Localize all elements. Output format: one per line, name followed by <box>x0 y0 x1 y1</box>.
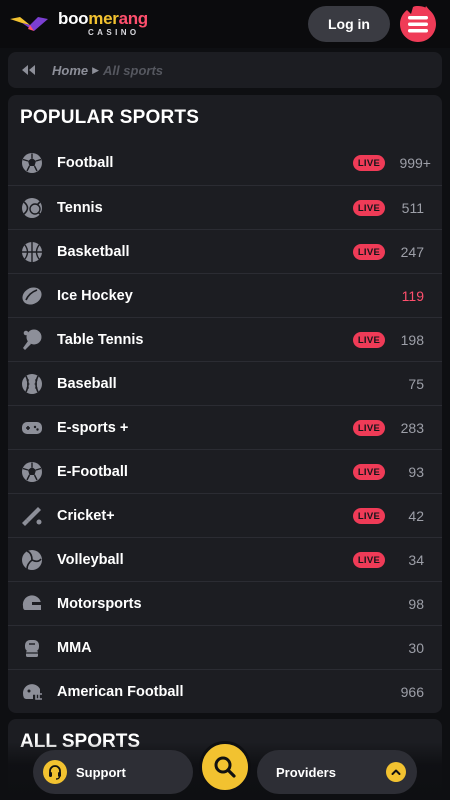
sport-name: American Football <box>57 683 184 700</box>
event-count: 198 <box>400 331 424 348</box>
table-tennis-icon <box>23 329 42 350</box>
hamburger-menu-icon[interactable] <box>398 4 438 44</box>
event-count: 34 <box>408 551 424 568</box>
volleyball-icon <box>22 550 42 570</box>
sport-row[interactable]: Cricket+ LIVE 42 <box>8 493 442 537</box>
boomerang-logo-icon <box>10 16 48 31</box>
live-badge: LIVE <box>353 200 385 216</box>
breadcrumb: Home ▶ All sports <box>8 52 442 88</box>
basketball-icon <box>22 242 42 262</box>
logo-subtitle: CASINO <box>88 28 140 37</box>
soccer-ball-icon <box>22 462 42 482</box>
sport-row[interactable]: Table Tennis LIVE 198 <box>8 317 442 361</box>
sport-name: Motorsports <box>57 595 142 612</box>
cricket-bat-icon <box>22 507 42 526</box>
sport-row[interactable]: American Football 966 <box>8 669 442 713</box>
sport-name: E-sports + <box>57 419 129 436</box>
sport-row[interactable]: E-Football LIVE 93 <box>8 449 442 493</box>
sport-name: Tennis <box>57 199 103 216</box>
sport-name: Cricket+ <box>57 507 115 524</box>
event-count: 511 <box>401 199 424 216</box>
sport-row[interactable]: Football LIVE 999+ <box>8 141 442 185</box>
live-badge: LIVE <box>353 244 385 260</box>
sport-row[interactable]: Basketball LIVE 247 <box>8 229 442 273</box>
event-count: 119 <box>401 287 424 304</box>
sport-row[interactable]: MMA 30 <box>8 625 442 669</box>
providers-button[interactable]: Providers <box>257 750 417 794</box>
helmet-icon <box>22 595 41 610</box>
sport-name: MMA <box>57 639 92 656</box>
mma-glove-icon <box>25 640 39 657</box>
breadcrumb-home-link[interactable]: Home <box>52 63 88 78</box>
sport-row[interactable]: Tennis LIVE 511 <box>8 185 442 229</box>
headset-icon <box>43 760 67 784</box>
popular-sports-card: POPULAR SPORTS Football LIVE 999+ Tennis LIV… <box>8 95 442 713</box>
gamepad-icon <box>22 422 42 434</box>
live-badge: LIVE <box>353 420 385 436</box>
providers-label: Providers <box>276 764 336 780</box>
search-icon <box>214 756 236 778</box>
sport-name: Football <box>57 155 114 171</box>
login-button[interactable]: Log in <box>308 6 390 42</box>
sport-name: Volleyball <box>57 551 124 568</box>
football-helmet-icon <box>23 684 42 700</box>
top-header: boomerang CASINO Log in <box>0 0 450 48</box>
live-badge: LIVE <box>353 508 385 524</box>
live-badge: LIVE <box>353 332 385 348</box>
event-count: 93 <box>408 463 424 480</box>
live-badge: LIVE <box>353 552 385 568</box>
support-label: Support <box>76 764 126 780</box>
event-count: 966 <box>400 683 424 700</box>
event-count: 30 <box>408 639 424 656</box>
event-count: 42 <box>408 507 424 524</box>
chevron-up-icon <box>386 762 406 782</box>
tennis-ball-icon <box>22 198 42 218</box>
sport-name: Table Tennis <box>57 331 144 348</box>
sport-row[interactable]: Ice Hockey 119 <box>8 273 442 317</box>
hockey-puck-icon <box>22 287 42 305</box>
soccer-ball-icon <box>22 153 42 173</box>
event-count: 247 <box>400 243 424 260</box>
sport-row[interactable]: Baseball 75 <box>8 361 442 405</box>
page: boomerang CASINO Log in Home ▶ All sport… <box>0 0 450 800</box>
breadcrumb-current: All sports <box>103 62 164 78</box>
sport-row[interactable]: Volleyball LIVE 34 <box>8 537 442 581</box>
sport-name: Basketball <box>57 243 130 260</box>
event-count: 98 <box>408 595 424 612</box>
boomerang-casino-logo[interactable]: boomerang CASINO <box>8 10 148 37</box>
event-count: 283 <box>400 419 424 436</box>
popular-sports-title: POPULAR SPORTS <box>20 107 200 128</box>
sport-row[interactable]: Motorsports 98 <box>8 581 442 625</box>
breadcrumb-separator-icon: ▶ <box>92 64 100 75</box>
popular-sports-list: Football LIVE 999+ Tennis LIVE 511 Basketball L… <box>8 141 442 713</box>
sport-row[interactable]: E-sports + LIVE 283 <box>8 405 442 449</box>
event-count: 999+ <box>399 155 431 171</box>
support-button[interactable]: Support <box>33 750 193 794</box>
sport-name: Ice Hockey <box>57 287 133 304</box>
live-badge: LIVE <box>353 464 385 480</box>
search-button[interactable] <box>199 741 251 793</box>
sport-name: Baseball <box>57 375 117 392</box>
live-badge: LIVE <box>353 155 385 171</box>
sport-name: E-Football <box>57 463 128 480</box>
event-count: 75 <box>408 375 424 392</box>
double-chevron-left-icon[interactable] <box>20 63 36 77</box>
logo-wordmark: boomerang <box>58 9 148 28</box>
baseball-icon <box>22 374 42 394</box>
